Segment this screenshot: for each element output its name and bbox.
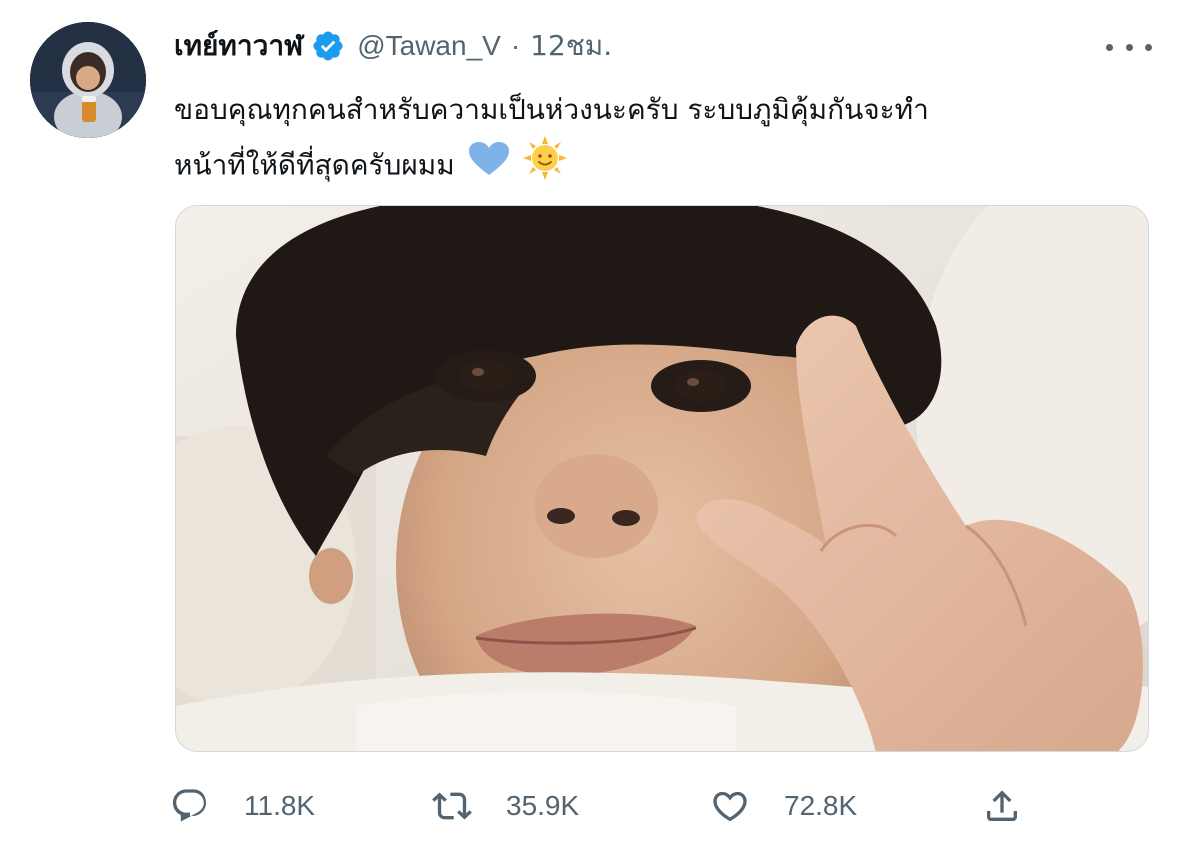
- tweet-card[interactable]: เทย์ทาวาฬ @Tawan_V · 12ชม. ขอบคุณทุกคนสำ…: [0, 0, 1188, 852]
- share-icon: [982, 786, 1022, 826]
- author-display-name[interactable]: เทย์ทาวาฬ: [174, 24, 303, 68]
- more-dot-icon: [1145, 43, 1152, 51]
- like-button[interactable]: 72.8K: [710, 780, 857, 832]
- retweet-icon: [432, 786, 472, 826]
- tweet-text-line-content: หน้าที่ให้ดีที่สุดครับผมม: [174, 148, 455, 182]
- separator-dot: ·: [510, 30, 521, 61]
- share-button[interactable]: [982, 780, 1022, 832]
- retweet-count: 35.9K: [506, 790, 580, 821]
- verified-badge-icon: [311, 29, 345, 63]
- avatar-image: [30, 22, 146, 138]
- tweet-text: ขอบคุณทุกคนสำหรับความเป็นห่วงนะครับ ระบบ…: [174, 84, 1134, 197]
- tweet-timestamp[interactable]: 12ชม.: [530, 24, 612, 68]
- tweet-text-line: หน้าที่ให้ดีที่สุดครับผมม: [174, 136, 1134, 197]
- like-count: 72.8K: [784, 790, 858, 821]
- tweet-text-line: ขอบคุณทุกคนสำหรับความเป็นห่วงนะครับ ระบบ…: [174, 93, 929, 126]
- sun-with-face-icon: [522, 136, 567, 197]
- avatar[interactable]: [30, 22, 146, 138]
- more-options-button[interactable]: [1106, 30, 1152, 64]
- tweet-header: เทย์ทาวาฬ @Tawan_V · 12ชม.: [174, 26, 612, 66]
- more-dot-icon: [1125, 43, 1133, 51]
- more-dot-icon: [1106, 43, 1113, 51]
- reply-button[interactable]: 11.8K: [170, 780, 315, 832]
- reply-icon: [170, 786, 210, 826]
- tweet-actions: 11.8K 35.9K 72.8K: [170, 780, 1070, 832]
- author-handle[interactable]: @Tawan_V: [357, 30, 501, 62]
- retweet-button[interactable]: 35.9K: [432, 780, 579, 832]
- reply-count: 11.8K: [244, 790, 316, 821]
- tweet-photo[interactable]: [175, 205, 1149, 752]
- heart-icon: [710, 786, 750, 826]
- blue-heart-icon: [468, 141, 509, 193]
- selfie-photo-image: [176, 206, 1148, 751]
